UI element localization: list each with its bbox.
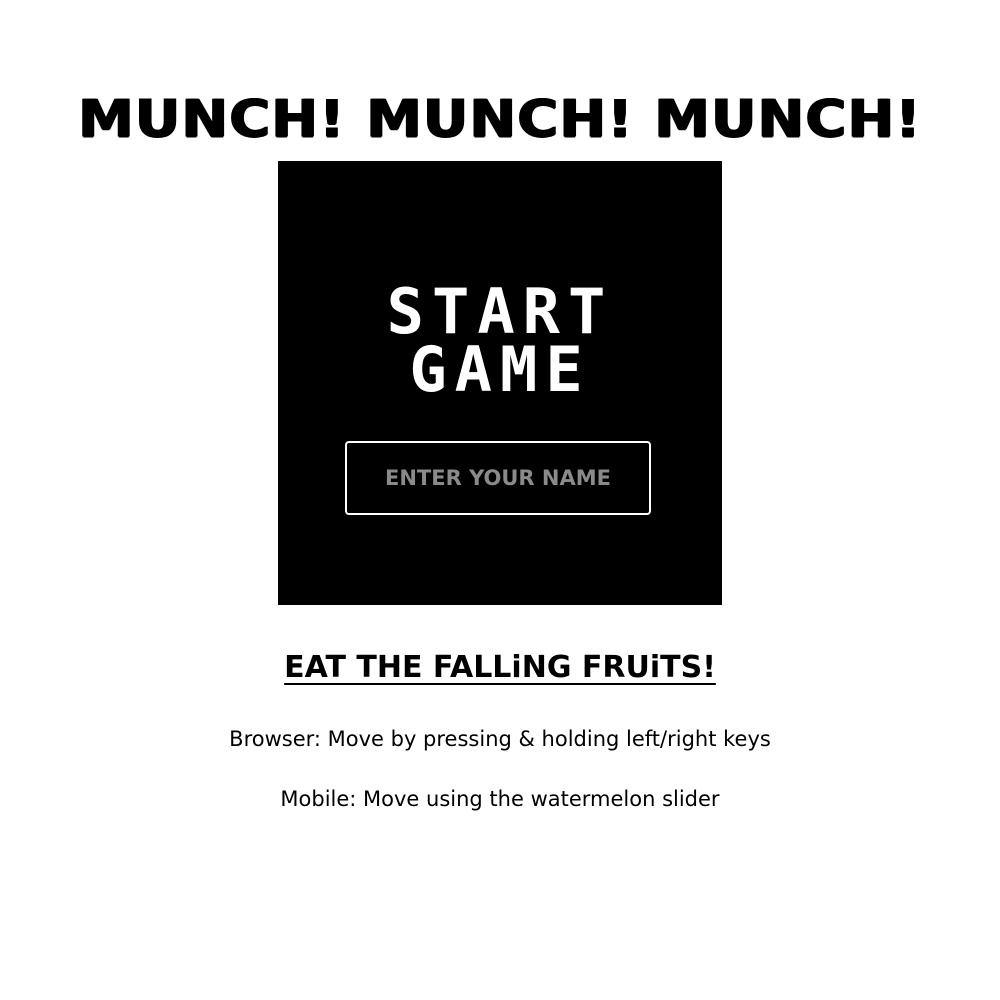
browser-instruction: Browser: Move by pressing & holding left… (229, 727, 771, 751)
start-game-button[interactable]: START GAME (278, 281, 722, 401)
start-game-line-2[interactable]: GAME (278, 339, 722, 401)
player-name-input[interactable] (345, 441, 651, 515)
page-title: MUNCH! MUNCH! MUNCH! (78, 89, 922, 149)
instructions-heading: EAT THE FALLiNG FRUiTS! (284, 650, 716, 685)
mobile-instruction: Mobile: Move using the watermelon slider (280, 787, 720, 811)
game-start-screen: START GAME (278, 161, 722, 605)
